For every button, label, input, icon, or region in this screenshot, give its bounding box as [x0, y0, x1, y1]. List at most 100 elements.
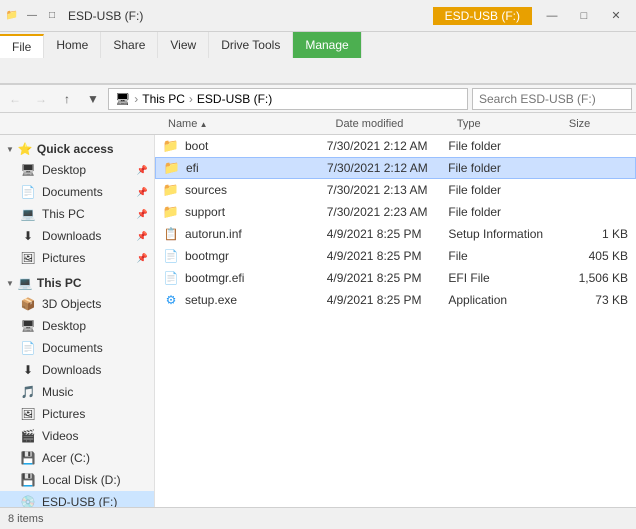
close-button[interactable]: ✕: [600, 5, 632, 27]
table-row[interactable]: 📋 autorun.inf 4/9/2021 8:25 PM Setup Inf…: [155, 223, 636, 245]
breadcrumb-this-pc[interactable]: This PC: [142, 92, 185, 106]
sidebar-item-videos-label: Videos: [42, 429, 78, 443]
recent-locations-button[interactable]: ▼: [82, 88, 104, 110]
table-row[interactable]: 📁 efi 7/30/2021 2:12 AM File folder: [155, 157, 636, 179]
quick-access-chevron: ▼: [6, 145, 14, 154]
tab-drive-tools[interactable]: Drive Tools: [209, 32, 293, 58]
address-path[interactable]: 🖥 › This PC › ESD-USB (F:): [108, 88, 468, 110]
file-icon: 📄: [163, 248, 179, 264]
forward-button[interactable]: →: [30, 88, 52, 110]
folder-icon: 📁: [163, 204, 179, 220]
sidebar-item-local-disk[interactable]: 💾 Local Disk (D:): [0, 469, 154, 491]
address-bar: ← → ↑ ▼ 🖥 › This PC › ESD-USB (F:): [0, 85, 636, 113]
col-header-name[interactable]: Name: [160, 118, 328, 130]
tab-manage[interactable]: Manage: [293, 32, 361, 58]
this-pc-icon: 💻: [20, 206, 36, 222]
sidebar-item-this-pc-label: This PC: [42, 207, 85, 221]
file-type: File folder: [448, 205, 560, 219]
sidebar-item-pictures2-label: Pictures: [42, 407, 85, 421]
sidebar-item-3d-objects-label: 3D Objects: [42, 297, 101, 311]
file-name: sources: [185, 183, 227, 197]
status-bar: 8 items: [0, 507, 636, 529]
sidebar-item-documents2-label: Documents: [42, 341, 103, 355]
sidebar-item-desktop2-label: Desktop: [42, 319, 86, 333]
file-date: 4/9/2021 8:25 PM: [327, 293, 449, 307]
tab-share[interactable]: Share: [101, 32, 158, 58]
sidebar-item-desktop-label: Desktop: [42, 163, 86, 177]
file-type: Application: [448, 293, 560, 307]
column-headers: Name Date modified Type Size: [0, 113, 636, 135]
table-row[interactable]: 📁 boot 7/30/2021 2:12 AM File folder: [155, 135, 636, 157]
sidebar-item-esd-usb[interactable]: 💿 ESD-USB (F:): [0, 491, 154, 508]
file-type: EFI File: [448, 271, 560, 285]
table-row[interactable]: 📁 support 7/30/2021 2:23 AM File folder: [155, 201, 636, 223]
search-input[interactable]: [472, 88, 632, 110]
sidebar-item-downloads[interactable]: ⬇ Downloads: [0, 225, 154, 247]
status-text: 8 items: [8, 513, 43, 525]
sidebar-item-documents[interactable]: 📄 Documents: [0, 181, 154, 203]
sidebar-item-3d-objects[interactable]: 📦 3D Objects: [0, 293, 154, 315]
title-label: ESD-USB (F:): [68, 9, 143, 23]
table-row[interactable]: 📁 sources 7/30/2021 2:13 AM File folder: [155, 179, 636, 201]
breadcrumb-icon: 🖥: [115, 92, 130, 106]
folder-icon: 📁: [164, 160, 180, 176]
col-header-date[interactable]: Date modified: [328, 118, 449, 130]
tab-file[interactable]: File: [0, 34, 44, 58]
file-type: File: [448, 249, 560, 263]
sidebar-item-desktop[interactable]: 🖥 Desktop: [0, 159, 154, 181]
quick-access-label: ⭐: [18, 142, 33, 156]
documents-icon: 📄: [20, 184, 36, 200]
3d-objects-icon: 📦: [20, 296, 36, 312]
this-pc-chevron: ▼: [6, 279, 14, 288]
breadcrumb-esd-usb[interactable]: ESD-USB (F:): [197, 92, 272, 106]
file-name: efi: [186, 161, 199, 175]
ribbon: File Home Share View Drive Tools Manage: [0, 32, 636, 85]
quick-access-header[interactable]: ▼ ⭐ Quick access: [0, 139, 154, 159]
file-size: 73 KB: [561, 293, 636, 307]
desktop-icon: 🖥: [20, 162, 36, 178]
maximize-button[interactable]: □: [568, 5, 600, 27]
sidebar-item-music[interactable]: 🎵 Music: [0, 381, 154, 403]
table-row[interactable]: 📄 bootmgr 4/9/2021 8:25 PM File 405 KB: [155, 245, 636, 267]
title-bar: 📁 — □ ESD-USB (F:) ESD-USB (F:) — □ ✕: [0, 0, 636, 32]
up-button[interactable]: ↑: [56, 88, 78, 110]
col-header-type[interactable]: Type: [449, 118, 561, 130]
table-row[interactable]: ⚙ setup.exe 4/9/2021 8:25 PM Application…: [155, 289, 636, 311]
tab-view[interactable]: View: [158, 32, 209, 58]
file-date: 4/9/2021 8:25 PM: [327, 271, 449, 285]
file-name: bootmgr.efi: [185, 271, 244, 285]
sidebar-item-videos[interactable]: 🎬 Videos: [0, 425, 154, 447]
sidebar-item-documents-label: Documents: [42, 185, 103, 199]
col-header-size[interactable]: Size: [561, 118, 636, 130]
file-type: Setup Information: [448, 227, 560, 241]
sidebar-item-acer[interactable]: 💾 Acer (C:): [0, 447, 154, 469]
file-type: File folder: [448, 139, 560, 153]
tab-home[interactable]: Home: [44, 32, 101, 58]
sidebar-item-downloads2[interactable]: ⬇ Downloads: [0, 359, 154, 381]
sidebar-item-desktop2[interactable]: 🖥 Desktop: [0, 315, 154, 337]
file-size: 1,506 KB: [561, 271, 636, 285]
file-date: 7/30/2021 2:12 AM: [327, 139, 449, 153]
table-row[interactable]: 📄 bootmgr.efi 4/9/2021 8:25 PM EFI File …: [155, 267, 636, 289]
file-date: 4/9/2021 8:25 PM: [327, 227, 449, 241]
sidebar-item-this-pc[interactable]: 💻 This PC: [0, 203, 154, 225]
minimize-button[interactable]: —: [536, 5, 568, 27]
sidebar-item-documents2[interactable]: 📄 Documents: [0, 337, 154, 359]
downloads2-icon: ⬇: [20, 362, 36, 378]
folder-icon: 📁: [163, 182, 179, 198]
file-name: autorun.inf: [185, 227, 242, 241]
desktop2-icon: 🖥: [20, 318, 36, 334]
window-controls: — □ ✕: [536, 5, 632, 27]
file-size: 405 KB: [561, 249, 636, 263]
sidebar-item-pictures2[interactable]: 🖼 Pictures: [0, 403, 154, 425]
file-date: 7/30/2021 2:12 AM: [327, 161, 448, 175]
sidebar-item-downloads-label: Downloads: [42, 229, 101, 243]
file-date: 4/9/2021 8:25 PM: [327, 249, 449, 263]
file-date: 7/30/2021 2:13 AM: [327, 183, 449, 197]
back-button[interactable]: ←: [4, 88, 26, 110]
quick-access-text: Quick access: [37, 142, 114, 156]
sidebar: ▼ ⭐ Quick access 🖥 Desktop 📄 Documents 💻…: [0, 135, 155, 508]
this-pc-header[interactable]: ▼ 💻 This PC: [0, 273, 154, 293]
ribbon-tabs: File Home Share View Drive Tools Manage: [0, 32, 636, 58]
sidebar-item-pictures[interactable]: 🖼 Pictures: [0, 247, 154, 269]
